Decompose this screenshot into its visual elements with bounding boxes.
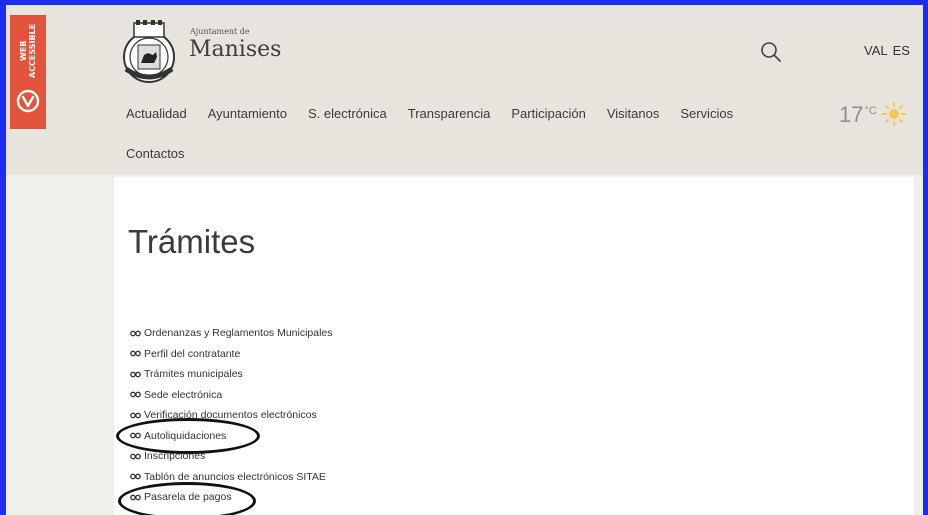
nav-item-servicios[interactable]: Servicios	[680, 106, 733, 121]
link-label[interactable]: Inscripciones	[144, 450, 205, 462]
sun-icon	[881, 102, 906, 126]
nav-item-actualidad[interactable]: Actualidad	[126, 106, 187, 121]
temperature-unit: °C	[864, 105, 877, 117]
link-perfil-contratante[interactable]: Perfil del contratante	[130, 344, 333, 365]
temperature-value: 17	[839, 102, 864, 127]
link-label[interactable]: Tablón de anuncios electrónicos SITAE	[144, 471, 326, 483]
link-pasarela-pagos[interactable]: Pasarela de pagos	[130, 487, 333, 508]
page: WEB ACCESSIBLE Ajuntament de Manises VAL…	[6, 5, 923, 515]
weather-widget: 17 °C	[839, 102, 907, 127]
web-accessible-tab[interactable]: WEB ACCESSIBLE	[10, 15, 46, 129]
lang-es[interactable]: ES	[893, 43, 910, 58]
nav-item-s-electronica[interactable]: S. electrónica	[308, 106, 387, 121]
link-ordenanzas[interactable]: Ordenanzas y Reglamentos Municipales	[130, 323, 333, 344]
link-autoliquidaciones[interactable]: Autoliquidaciones	[130, 426, 333, 447]
link-label[interactable]: Trámites municipales	[144, 368, 243, 380]
link-icon	[130, 371, 141, 378]
main-content: Trámites Ordenanzas y Reglamentos Munici…	[114, 177, 914, 515]
link-icon	[130, 432, 141, 439]
page-title: Trámites	[128, 223, 256, 261]
link-icon	[130, 453, 141, 460]
link-tramites-municipales[interactable]: Trámites municipales	[130, 364, 333, 385]
manises-crest-icon[interactable]	[116, 19, 182, 85]
nav-row: Contactos	[126, 143, 206, 163]
search-icon[interactable]	[760, 41, 782, 63]
link-icon	[130, 350, 141, 357]
link-icon	[130, 391, 141, 398]
nav-row: Actualidad Ayuntamiento S. electrónica T…	[126, 103, 733, 123]
link-label[interactable]: Sede electrónica	[144, 389, 222, 401]
main-nav: Actualidad Ayuntamiento S. electrónica T…	[126, 103, 733, 161]
link-label[interactable]: Autoliquidaciones	[144, 430, 226, 442]
link-label[interactable]: Pasarela de pagos	[144, 491, 232, 503]
nav-item-participacion[interactable]: Participación	[511, 106, 585, 121]
link-label[interactable]: Verificación documentos electrónicos	[144, 409, 317, 421]
link-icon	[130, 473, 141, 480]
nav-item-contactos[interactable]: Contactos	[126, 146, 185, 161]
link-label[interactable]: Ordenanzas y Reglamentos Municipales	[144, 327, 333, 339]
link-sede-electronica[interactable]: Sede electrónica	[130, 385, 333, 406]
link-tablon-anuncios[interactable]: Tablón de anuncios electrónicos SITAE	[130, 467, 333, 488]
browser-frame: WEB ACCESSIBLE Ajuntament de Manises VAL…	[0, 0, 928, 515]
logo-subtitle: Ajuntament de	[190, 27, 250, 36]
logo-title[interactable]: Manises	[189, 37, 281, 63]
link-icon	[130, 412, 141, 419]
link-icon	[130, 330, 141, 337]
nav-item-ayuntamiento[interactable]: Ayuntamiento	[208, 106, 287, 121]
nav-item-transparencia[interactable]: Transparencia	[408, 106, 491, 121]
site-header: WEB ACCESSIBLE Ajuntament de Manises VAL…	[6, 5, 923, 175]
link-icon	[130, 494, 141, 501]
nav-item-visitanos[interactable]: Visitanos	[607, 106, 660, 121]
lang-val[interactable]: VAL	[864, 43, 888, 58]
accessibility-logo-icon	[16, 89, 40, 113]
web-accessible-label: WEB ACCESSIBLE	[19, 23, 37, 79]
link-verificacion-documentos[interactable]: Verificación documentos electrónicos	[130, 405, 333, 426]
language-switcher: VAL ES	[864, 43, 910, 58]
link-inscripciones[interactable]: Inscripciones	[130, 446, 333, 467]
link-label[interactable]: Perfil del contratante	[144, 348, 240, 360]
tramites-link-list: Ordenanzas y Reglamentos Municipales Per…	[130, 323, 333, 508]
